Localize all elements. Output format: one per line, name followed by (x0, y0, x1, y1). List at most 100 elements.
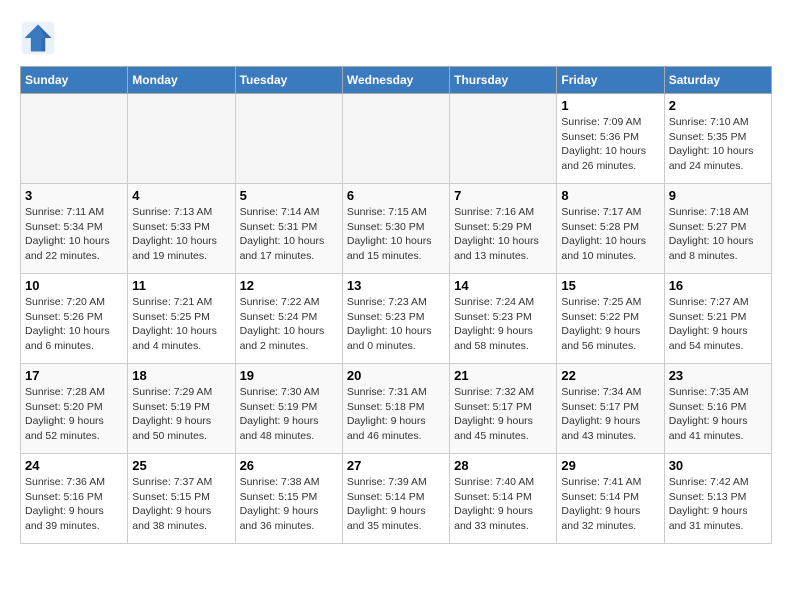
calendar-cell: 25 Sunrise: 7:37 AM Sunset: 5:15 PM Dayli… (128, 454, 235, 544)
day-number: 20 (347, 368, 445, 383)
day-info: Sunrise: 7:39 AM Sunset: 5:14 PM Dayligh… (347, 475, 445, 534)
day-number: 18 (132, 368, 230, 383)
day-number: 5 (240, 188, 338, 203)
calendar-cell (128, 94, 235, 184)
day-info: Sunrise: 7:30 AM Sunset: 5:19 PM Dayligh… (240, 385, 338, 444)
day-info: Sunrise: 7:22 AM Sunset: 5:24 PM Dayligh… (240, 295, 338, 354)
day-info: Sunrise: 7:21 AM Sunset: 5:25 PM Dayligh… (132, 295, 230, 354)
day-info: Sunrise: 7:24 AM Sunset: 5:23 PM Dayligh… (454, 295, 552, 354)
calendar-cell: 11 Sunrise: 7:21 AM Sunset: 5:25 PM Dayli… (128, 274, 235, 364)
calendar-cell: 28 Sunrise: 7:40 AM Sunset: 5:14 PM Dayli… (450, 454, 557, 544)
calendar-cell: 18 Sunrise: 7:29 AM Sunset: 5:19 PM Dayli… (128, 364, 235, 454)
day-number: 19 (240, 368, 338, 383)
calendar-cell (235, 94, 342, 184)
calendar-cell: 27 Sunrise: 7:39 AM Sunset: 5:14 PM Dayli… (342, 454, 449, 544)
day-info: Sunrise: 7:40 AM Sunset: 5:14 PM Dayligh… (454, 475, 552, 534)
day-info: Sunrise: 7:27 AM Sunset: 5:21 PM Dayligh… (669, 295, 767, 354)
calendar-week-row: 24 Sunrise: 7:36 AM Sunset: 5:16 PM Dayli… (21, 454, 772, 544)
day-info: Sunrise: 7:32 AM Sunset: 5:17 PM Dayligh… (454, 385, 552, 444)
day-number: 25 (132, 458, 230, 473)
calendar-cell: 2 Sunrise: 7:10 AM Sunset: 5:35 PM Daylig… (664, 94, 771, 184)
day-number: 27 (347, 458, 445, 473)
day-number: 7 (454, 188, 552, 203)
calendar-cell: 13 Sunrise: 7:23 AM Sunset: 5:23 PM Dayli… (342, 274, 449, 364)
day-number: 28 (454, 458, 552, 473)
calendar-week-row: 17 Sunrise: 7:28 AM Sunset: 5:20 PM Dayli… (21, 364, 772, 454)
day-number: 12 (240, 278, 338, 293)
weekday-header: Friday (557, 67, 664, 94)
day-number: 10 (25, 278, 123, 293)
day-info: Sunrise: 7:09 AM Sunset: 5:36 PM Dayligh… (561, 115, 659, 174)
day-info: Sunrise: 7:41 AM Sunset: 5:14 PM Dayligh… (561, 475, 659, 534)
weekday-header: Sunday (21, 67, 128, 94)
calendar-cell: 19 Sunrise: 7:30 AM Sunset: 5:19 PM Dayli… (235, 364, 342, 454)
calendar-cell: 24 Sunrise: 7:36 AM Sunset: 5:16 PM Dayli… (21, 454, 128, 544)
day-number: 24 (25, 458, 123, 473)
day-number: 17 (25, 368, 123, 383)
calendar-cell: 21Sunrise: 7:32 AM Sunset: 5:17 PM Dayli… (450, 364, 557, 454)
weekday-header: Tuesday (235, 67, 342, 94)
logo (20, 20, 60, 56)
day-number: 29 (561, 458, 659, 473)
calendar-cell (450, 94, 557, 184)
day-number: 26 (240, 458, 338, 473)
calendar-cell: 29 Sunrise: 7:41 AM Sunset: 5:14 PM Dayli… (557, 454, 664, 544)
calendar-cell: 23Sunrise: 7:35 AM Sunset: 5:16 PM Dayli… (664, 364, 771, 454)
day-number: 2 (669, 98, 767, 113)
day-info: Sunrise: 7:14 AM Sunset: 5:31 PM Dayligh… (240, 205, 338, 264)
calendar-table: SundayMondayTuesdayWednesdayThursdayFrid… (20, 66, 772, 544)
day-number: 3 (25, 188, 123, 203)
day-number: 15 (561, 278, 659, 293)
calendar-cell: 10 Sunrise: 7:20 AM Sunset: 5:26 PM Dayli… (21, 274, 128, 364)
calendar-cell: 1Sunrise: 7:09 AM Sunset: 5:36 PM Daylig… (557, 94, 664, 184)
calendar-cell: 8 Sunrise: 7:17 AM Sunset: 5:28 PM Daylig… (557, 184, 664, 274)
calendar-cell: 9Sunrise: 7:18 AM Sunset: 5:27 PM Daylig… (664, 184, 771, 274)
calendar-header-row: SundayMondayTuesdayWednesdayThursdayFrid… (21, 67, 772, 94)
calendar-cell: 16 Sunrise: 7:27 AM Sunset: 5:21 PM Dayli… (664, 274, 771, 364)
day-info: Sunrise: 7:29 AM Sunset: 5:19 PM Dayligh… (132, 385, 230, 444)
day-info: Sunrise: 7:18 AM Sunset: 5:27 PM Dayligh… (669, 205, 767, 264)
calendar-cell: 7 Sunrise: 7:16 AM Sunset: 5:29 PM Daylig… (450, 184, 557, 274)
calendar-cell (21, 94, 128, 184)
calendar-cell: 30Sunrise: 7:42 AM Sunset: 5:13 PM Dayli… (664, 454, 771, 544)
calendar-cell (342, 94, 449, 184)
logo-icon (20, 20, 56, 56)
weekday-header: Saturday (664, 67, 771, 94)
calendar-cell: 26 Sunrise: 7:38 AM Sunset: 5:15 PM Dayli… (235, 454, 342, 544)
day-number: 16 (669, 278, 767, 293)
day-info: Sunrise: 7:23 AM Sunset: 5:23 PM Dayligh… (347, 295, 445, 354)
calendar-week-row: 3 Sunrise: 7:11 AM Sunset: 5:34 PM Daylig… (21, 184, 772, 274)
calendar-cell: 17 Sunrise: 7:28 AM Sunset: 5:20 PM Dayli… (21, 364, 128, 454)
calendar-cell: 3 Sunrise: 7:11 AM Sunset: 5:34 PM Daylig… (21, 184, 128, 274)
calendar-cell: 5 Sunrise: 7:14 AM Sunset: 5:31 PM Daylig… (235, 184, 342, 274)
calendar-cell: 6 Sunrise: 7:15 AM Sunset: 5:30 PM Daylig… (342, 184, 449, 274)
day-number: 8 (561, 188, 659, 203)
day-info: Sunrise: 7:11 AM Sunset: 5:34 PM Dayligh… (25, 205, 123, 264)
calendar-cell: 15Sunrise: 7:25 AM Sunset: 5:22 PM Dayli… (557, 274, 664, 364)
weekday-header: Wednesday (342, 67, 449, 94)
day-number: 22 (561, 368, 659, 383)
page-header (20, 20, 772, 56)
day-number: 30 (669, 458, 767, 473)
calendar-cell: 20Sunrise: 7:31 AM Sunset: 5:18 PM Dayli… (342, 364, 449, 454)
day-number: 14 (454, 278, 552, 293)
day-info: Sunrise: 7:10 AM Sunset: 5:35 PM Dayligh… (669, 115, 767, 174)
weekday-header: Monday (128, 67, 235, 94)
day-number: 6 (347, 188, 445, 203)
calendar-week-row: 10 Sunrise: 7:20 AM Sunset: 5:26 PM Dayli… (21, 274, 772, 364)
day-info: Sunrise: 7:15 AM Sunset: 5:30 PM Dayligh… (347, 205, 445, 264)
calendar-week-row: 1Sunrise: 7:09 AM Sunset: 5:36 PM Daylig… (21, 94, 772, 184)
day-info: Sunrise: 7:37 AM Sunset: 5:15 PM Dayligh… (132, 475, 230, 534)
day-number: 13 (347, 278, 445, 293)
day-info: Sunrise: 7:34 AM Sunset: 5:17 PM Dayligh… (561, 385, 659, 444)
day-info: Sunrise: 7:38 AM Sunset: 5:15 PM Dayligh… (240, 475, 338, 534)
day-info: Sunrise: 7:28 AM Sunset: 5:20 PM Dayligh… (25, 385, 123, 444)
day-info: Sunrise: 7:36 AM Sunset: 5:16 PM Dayligh… (25, 475, 123, 534)
day-info: Sunrise: 7:20 AM Sunset: 5:26 PM Dayligh… (25, 295, 123, 354)
day-info: Sunrise: 7:16 AM Sunset: 5:29 PM Dayligh… (454, 205, 552, 264)
calendar-cell: 12 Sunrise: 7:22 AM Sunset: 5:24 PM Dayli… (235, 274, 342, 364)
day-info: Sunrise: 7:35 AM Sunset: 5:16 PM Dayligh… (669, 385, 767, 444)
day-number: 11 (132, 278, 230, 293)
weekday-header: Thursday (450, 67, 557, 94)
day-info: Sunrise: 7:17 AM Sunset: 5:28 PM Dayligh… (561, 205, 659, 264)
